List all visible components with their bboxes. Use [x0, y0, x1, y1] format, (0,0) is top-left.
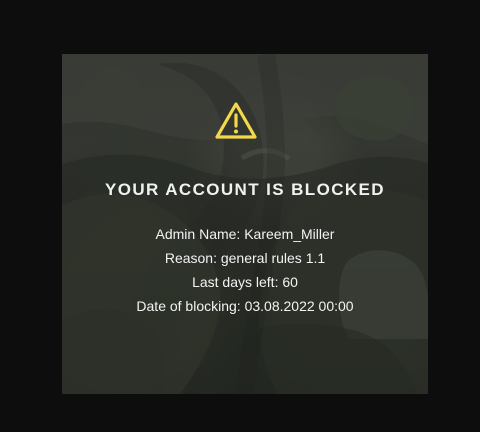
warning-icon — [215, 102, 257, 139]
blocked-title: YOUR ACCOUNT IS BLOCKED — [105, 180, 385, 199]
reason-text: Reason: general rules 1.1 — [164, 250, 326, 266]
game-screen: YOUR ACCOUNT IS BLOCKED Admin Name: Kare… — [0, 0, 480, 432]
account-blocked-dialog: YOUR ACCOUNT IS BLOCKED Admin Name: Kare… — [62, 54, 428, 394]
admin-name-text: Admin Name: Kareem_Miller — [155, 226, 335, 242]
ban-details: Admin Name: Kareem_Miller Reason: genera… — [62, 222, 428, 318]
blocking-date-text: Date of blocking: 03.08.2022 00:00 — [136, 298, 354, 314]
days-left-text: Last days left: 60 — [192, 274, 298, 290]
